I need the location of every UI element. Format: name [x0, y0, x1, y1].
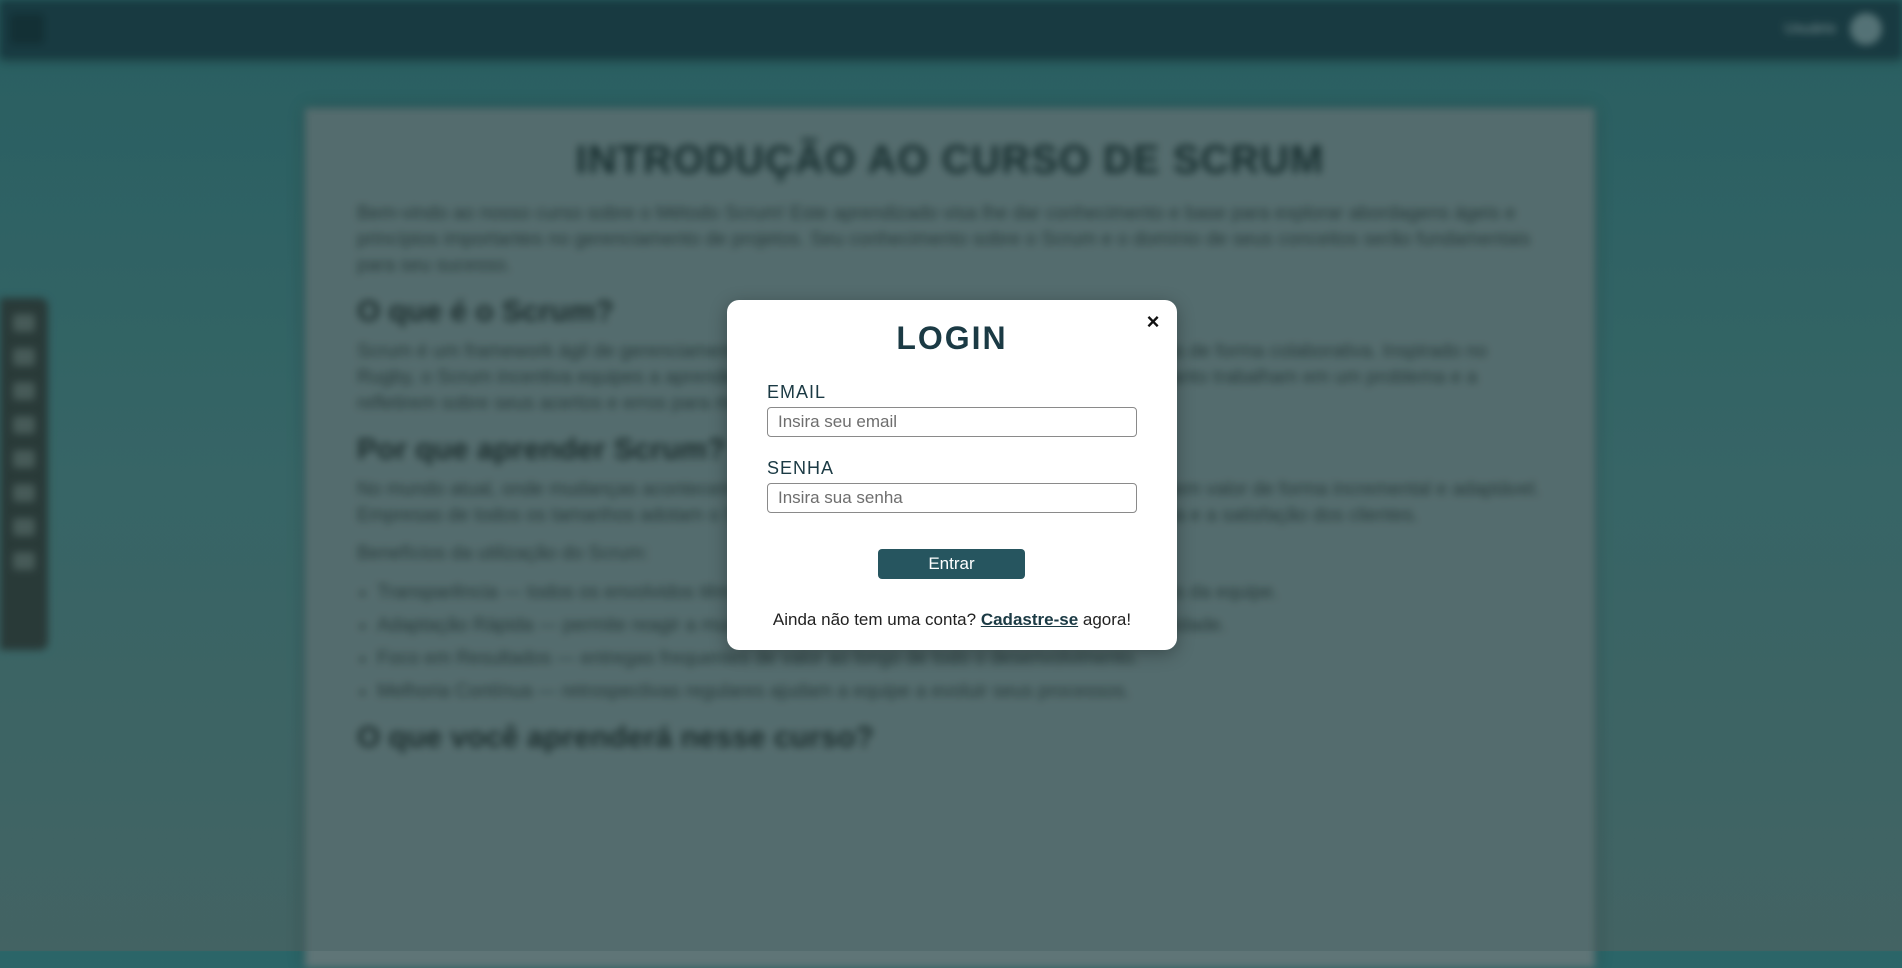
- email-label: EMAIL: [767, 382, 827, 402]
- modal-title: LOGIN: [896, 320, 1008, 356]
- signup-link[interactable]: Cadastre-se: [981, 610, 1078, 629]
- login-button[interactable]: Entrar: [878, 549, 1025, 579]
- signup-prompt: Ainda não tem uma conta? Cadastre-se ago…: [727, 610, 1177, 630]
- password-field[interactable]: [767, 483, 1137, 513]
- email-field[interactable]: [767, 407, 1137, 437]
- signup-prefix: Ainda não tem uma conta?: [772, 610, 981, 629]
- password-label: SENHA: [767, 458, 835, 478]
- signup-suffix: agora!: [1078, 610, 1132, 629]
- login-modal: × LOGIN EMAIL SENHA Entrar Ainda não tem…: [727, 300, 1177, 650]
